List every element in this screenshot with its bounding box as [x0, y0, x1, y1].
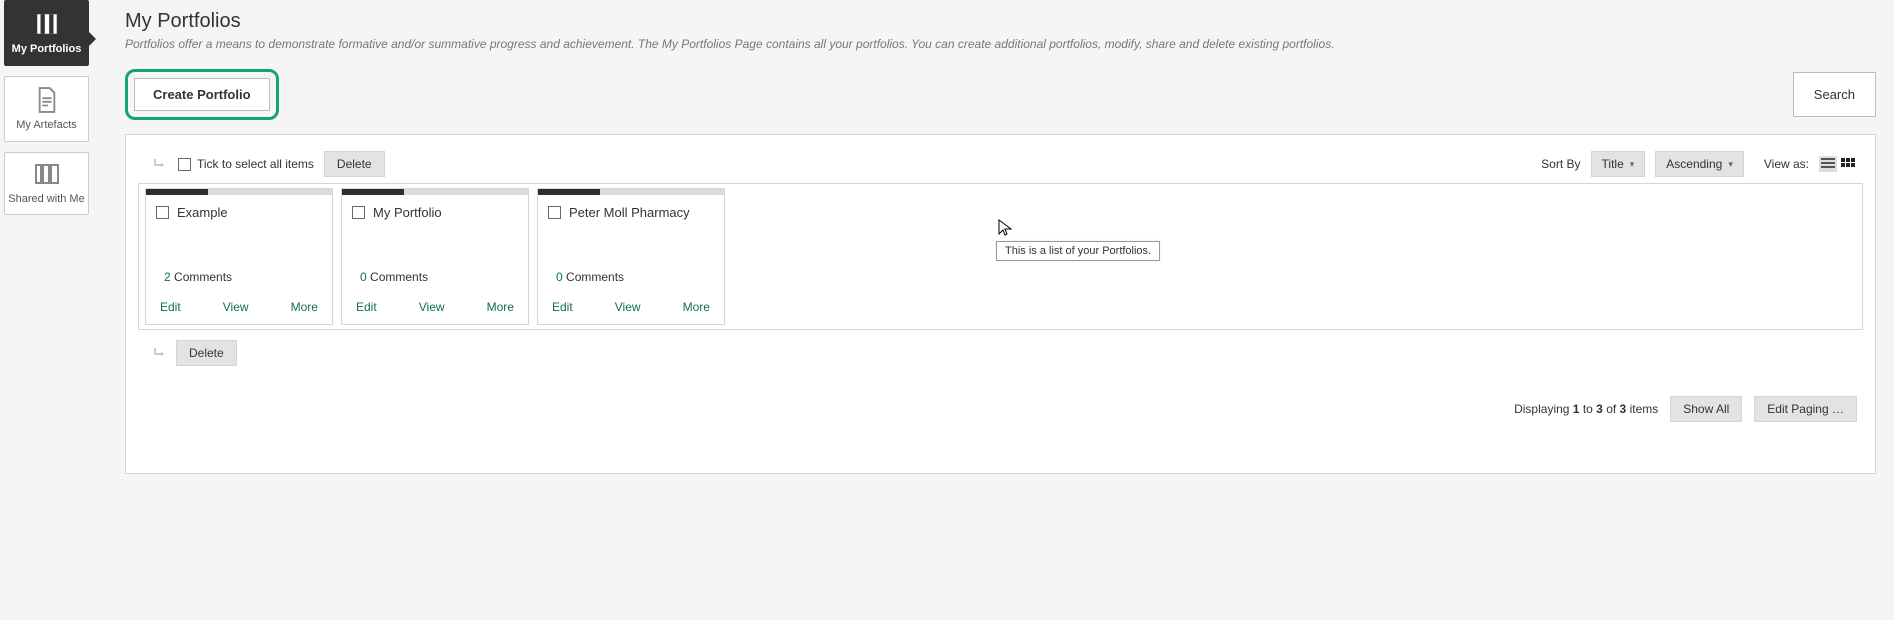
card-comments-count: 2	[164, 270, 171, 284]
page-description: Portfolios offer a means to demonstrate …	[125, 37, 1876, 51]
list-toolbar: Tick to select all items Delete Sort By …	[138, 151, 1863, 183]
card-comments: 0 Comments	[538, 270, 724, 292]
card-more-link[interactable]: More	[291, 300, 318, 314]
nav-label: My Portfolios	[7, 43, 86, 57]
view-as-grid-icon[interactable]	[1839, 156, 1857, 172]
paging-to: 3	[1596, 402, 1603, 416]
card-comments-count: 0	[556, 270, 563, 284]
portfolio-card: Example 2 Comments Edit View More	[145, 188, 333, 325]
card-checkbox[interactable]	[352, 206, 365, 219]
document-icon	[7, 87, 86, 113]
create-portfolio-button[interactable]: Create Portfolio	[134, 78, 270, 111]
card-more-link[interactable]: More	[487, 300, 514, 314]
main-content: My Portfolios Portfolios offer a means t…	[95, 0, 1894, 504]
paging-prefix: Displaying	[1514, 402, 1573, 416]
view-as-list-icon[interactable]	[1819, 156, 1837, 172]
page-title: My Portfolios	[125, 10, 1876, 33]
card-comments-word: Comments	[174, 270, 232, 284]
portfolio-icon	[7, 11, 86, 37]
card-title: My Portfolio	[373, 205, 442, 220]
card-view-link[interactable]: View	[615, 300, 641, 314]
portfolio-card: My Portfolio 0 Comments Edit View More	[341, 188, 529, 325]
select-all-label-text: Tick to select all items	[197, 157, 314, 171]
sort-direction-value: Ascending	[1666, 157, 1722, 171]
card-comments-word: Comments	[370, 270, 428, 284]
card-more-link[interactable]: More	[683, 300, 710, 314]
search-button[interactable]: Search	[1793, 72, 1876, 117]
card-view-link[interactable]: View	[419, 300, 445, 314]
nav-my-artefacts[interactable]: My Artefacts	[4, 76, 89, 142]
nav-label: My Artefacts	[7, 119, 86, 133]
sort-field-dropdown[interactable]: Title ▾	[1591, 151, 1646, 177]
paging-row: Displaying 1 to 3 of 3 items Show All Ed…	[138, 396, 1863, 422]
paging-of-word: of	[1603, 402, 1620, 416]
tooltip: This is a list of your Portfolios.	[996, 241, 1160, 261]
portfolio-card: Peter Moll Pharmacy 0 Comments Edit View…	[537, 188, 725, 325]
shared-icon	[7, 163, 86, 187]
nav-my-portfolios[interactable]: My Portfolios	[4, 0, 89, 66]
delete-top-button[interactable]: Delete	[324, 151, 385, 177]
portfolio-list-panel: Tick to select all items Delete Sort By …	[125, 134, 1876, 474]
view-as-label: View as:	[1764, 157, 1809, 171]
view-as-toggle	[1819, 156, 1857, 172]
nav-shared-with-me[interactable]: Shared with Me	[4, 152, 89, 216]
card-checkbox[interactable]	[548, 206, 561, 219]
nav-label: Shared with Me	[7, 193, 86, 207]
chevron-down-icon: ▾	[1630, 159, 1635, 170]
below-cards-toolbar: Delete	[152, 340, 1863, 366]
card-comments-count: 0	[360, 270, 367, 284]
sort-direction-dropdown[interactable]: Ascending ▾	[1655, 151, 1744, 177]
delete-bottom-button[interactable]: Delete	[176, 340, 237, 366]
chevron-down-icon: ▾	[1728, 159, 1733, 170]
sidebar: My Portfolios My Artefacts Shared with M…	[0, 0, 95, 504]
card-title: Example	[177, 205, 228, 220]
card-edit-link[interactable]: Edit	[160, 300, 181, 314]
sort-field-value: Title	[1602, 157, 1624, 171]
card-comments: 0 Comments	[342, 270, 528, 292]
select-all[interactable]: Tick to select all items	[178, 157, 314, 171]
create-portfolio-highlight: Create Portfolio	[125, 69, 279, 120]
edit-paging-button[interactable]: Edit Paging …	[1754, 396, 1857, 422]
card-edit-link[interactable]: Edit	[356, 300, 377, 314]
toolbar: Create Portfolio Search	[125, 69, 1876, 120]
paging-summary: Displaying 1 to 3 of 3 items	[1514, 402, 1658, 416]
show-all-button[interactable]: Show All	[1670, 396, 1742, 422]
card-comments-word: Comments	[566, 270, 624, 284]
select-all-checkbox[interactable]	[178, 158, 191, 171]
sort-by-label: Sort By	[1541, 157, 1580, 171]
card-checkbox[interactable]	[156, 206, 169, 219]
card-title: Peter Moll Pharmacy	[569, 205, 690, 220]
paging-suffix: items	[1626, 402, 1658, 416]
card-view-link[interactable]: View	[223, 300, 249, 314]
page-header: My Portfolios Portfolios offer a means t…	[125, 10, 1876, 51]
paging-to-word: to	[1579, 402, 1596, 416]
card-edit-link[interactable]: Edit	[552, 300, 573, 314]
arrow-icon	[152, 346, 166, 360]
arrow-icon	[152, 157, 166, 171]
card-comments: 2 Comments	[146, 270, 332, 292]
